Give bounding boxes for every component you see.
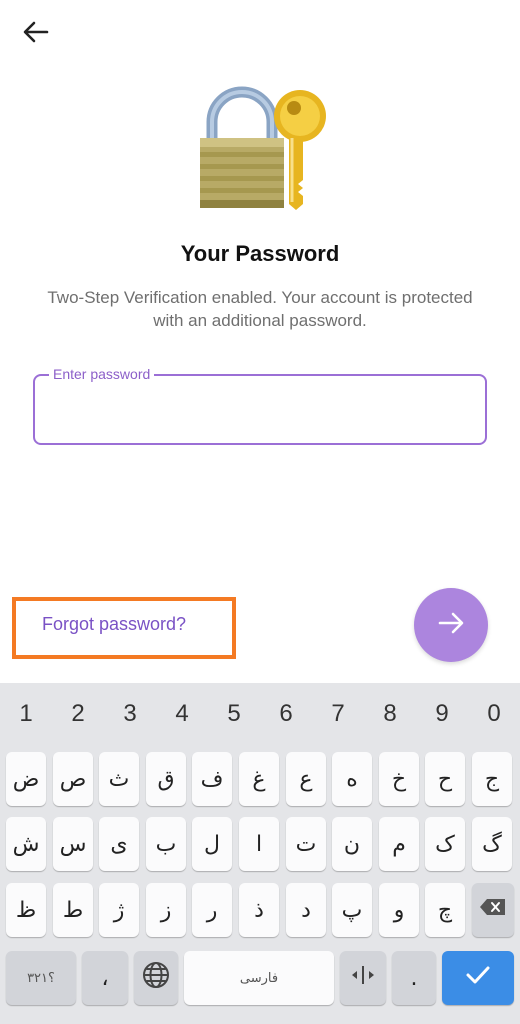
key-letter[interactable]: د [286,883,326,937]
next-button[interactable] [414,588,488,662]
key-letter[interactable]: ق [146,752,186,806]
key-letter[interactable]: ف [192,752,232,806]
key-letter[interactable]: چ [425,883,465,937]
arrow-left-icon [23,21,49,48]
key-4[interactable]: 4 [156,695,208,733]
key-letter[interactable]: ط [53,883,93,937]
key-letter[interactable]: ص [53,752,93,806]
key-2[interactable]: 2 [52,695,104,733]
key-0[interactable]: 0 [468,695,520,733]
key-letter[interactable]: ل [192,817,232,871]
password-input[interactable] [49,392,463,424]
key-1[interactable]: 1 [0,695,52,733]
period-key[interactable]: . [392,951,436,1005]
key-letter[interactable]: ن [332,817,372,871]
key-letter[interactable]: م [379,817,419,871]
key-letter[interactable]: خ [379,752,419,806]
key-letter[interactable]: ث [99,752,139,806]
key-letter[interactable]: ظ [6,883,46,937]
key-9[interactable]: 9 [416,695,468,733]
key-letter[interactable]: ح [425,752,465,806]
language-key[interactable] [134,951,178,1005]
key-letter[interactable]: ژ [99,883,139,937]
key-letter[interactable]: ج [472,752,512,806]
key-letter[interactable]: ه [332,752,372,806]
key-5[interactable]: 5 [208,695,260,733]
key-letter[interactable]: ب [146,817,186,871]
key-3[interactable]: 3 [104,695,156,733]
key-8[interactable]: 8 [364,695,416,733]
enter-key[interactable] [442,951,514,1005]
password-field[interactable]: Enter password [33,366,487,445]
symbols-key[interactable]: ؟۳۲۱ [6,951,76,1005]
key-6[interactable]: 6 [260,695,312,733]
cursor-key[interactable] [340,951,386,1005]
key-letter[interactable]: گ [472,817,512,871]
key-letter[interactable]: ش [6,817,46,871]
key-letter[interactable]: ا [239,817,279,871]
key-letter[interactable]: و [379,883,419,937]
backspace-key[interactable] [472,883,514,937]
space-key[interactable]: فارسی [184,951,334,1005]
lock-and-key-icon [190,86,330,216]
key-letter[interactable]: ت [286,817,326,871]
key-letter[interactable]: ض [6,752,46,806]
key-letter[interactable]: س [53,817,93,871]
keyboard: 1 2 3 4 5 6 7 8 9 0 ض ص ث ق ف غ ع ه خ ح … [0,683,520,1024]
password-field-label: Enter password [49,366,155,382]
key-letter[interactable]: ک [425,817,465,871]
page-subtitle: Two-Step Verification enabled. Your acco… [47,288,473,330]
globe-icon [142,961,170,995]
key-letter[interactable]: پ [332,883,372,937]
key-letter[interactable]: ع [286,752,326,806]
cursor-move-icon [348,964,378,992]
key-letter[interactable]: ذ [239,883,279,937]
page-title: Your Password [180,241,340,266]
key-letter[interactable]: ی [99,817,139,871]
back-button[interactable] [18,16,54,52]
comma-key[interactable]: ، [82,951,128,1005]
key-7[interactable]: 7 [312,695,364,733]
key-letter[interactable]: ر [192,883,232,937]
forgot-password-link[interactable]: Forgot password? [42,614,186,635]
check-icon [465,965,491,991]
key-letter[interactable]: ز [146,883,186,937]
backspace-icon [478,897,508,923]
arrow-right-icon [438,612,464,639]
key-letter[interactable]: غ [239,752,279,806]
number-row: 1 2 3 4 5 6 7 8 9 0 [0,695,520,733]
